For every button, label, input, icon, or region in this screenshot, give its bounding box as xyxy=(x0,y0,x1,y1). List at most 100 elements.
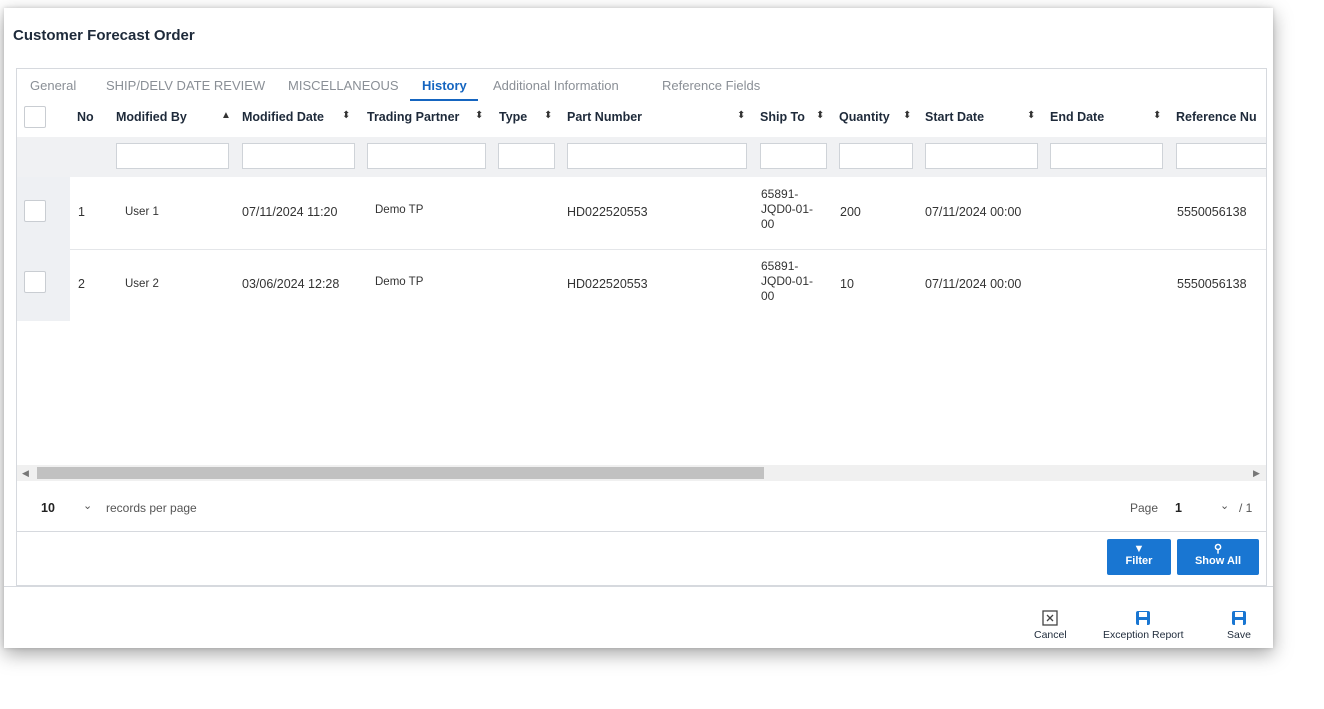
scrollbar-thumb[interactable] xyxy=(37,467,764,479)
page-label: Page xyxy=(1130,501,1159,515)
column-filter-row xyxy=(17,137,1266,177)
ship-to-line: 00 xyxy=(761,289,775,303)
cell-ship-to: 65891- JQD0-01- 00 xyxy=(761,187,813,232)
scroll-left-arrow-icon[interactable]: ◀ xyxy=(22,465,29,481)
tab-bar: General SHIP/DELV DATE REVIEW MISCELLANE… xyxy=(17,69,1266,101)
pagination-bar: 10 ⌄ records per page Page 1 ⌄ / 1 xyxy=(17,483,1266,532)
row-checkbox[interactable] xyxy=(24,200,46,222)
sort-icon[interactable]: ⬍ xyxy=(903,110,911,121)
tab-general[interactable]: General xyxy=(30,78,76,93)
show-all-button-label: Show All xyxy=(1194,555,1242,567)
column-header-no[interactable]: No xyxy=(77,110,94,124)
ship-to-line: JQD0-01- xyxy=(761,202,814,216)
chevron-down-icon[interactable]: ⌄ xyxy=(83,499,92,512)
exception-report-label: Exception Report xyxy=(1103,629,1184,641)
column-header-reference-number[interactable]: Reference Nu xyxy=(1176,110,1257,124)
column-header-modified-date[interactable]: Modified Date xyxy=(242,110,324,124)
save-disk-icon xyxy=(1231,611,1246,625)
cell-modified-by: User 2 xyxy=(125,278,159,290)
tab-panel: General SHIP/DELV DATE REVIEW MISCELLANE… xyxy=(16,68,1267,586)
sort-icon[interactable]: ⬍ xyxy=(1027,110,1035,121)
chevron-down-icon[interactable]: ⌄ xyxy=(1220,499,1229,512)
column-header-ship-to[interactable]: Ship To xyxy=(760,110,805,124)
exception-report-button[interactable]: Exception Report xyxy=(1103,609,1184,641)
sort-icon[interactable]: ⬍ xyxy=(816,110,824,121)
cell-no: 1 xyxy=(78,205,85,219)
grid-header: No Modified By ▲ Modified Date ⬍ Trading… xyxy=(17,101,1266,131)
tab-history[interactable]: History xyxy=(422,78,467,93)
filter-reference-input[interactable] xyxy=(1176,143,1266,169)
customer-forecast-order-dialog: Customer Forecast Order General SHIP/DEL… xyxy=(4,8,1273,648)
table-row[interactable]: 1 User 1 07/11/2024 11:20 Demo TP HD0225… xyxy=(17,177,1266,250)
cancel-icon xyxy=(1042,610,1058,626)
filter-end-date-input[interactable] xyxy=(1050,143,1163,169)
ship-to-line: 65891- xyxy=(761,187,799,201)
cell-ship-to: 65891- JQD0-01- 00 xyxy=(761,259,813,304)
cell-quantity: 10 xyxy=(840,277,854,291)
page-number-select[interactable]: 1 xyxy=(1175,501,1182,515)
cell-trading-partner: Demo TP xyxy=(375,204,424,216)
scroll-right-arrow-icon[interactable]: ▶ xyxy=(1253,465,1260,481)
ship-to-line: 00 xyxy=(761,217,775,231)
sort-icon[interactable]: ⬍ xyxy=(1153,110,1161,121)
filter-modified-by-input[interactable] xyxy=(116,143,229,169)
sort-icon[interactable]: ⬍ xyxy=(475,110,483,121)
tab-reference-fields[interactable]: Reference Fields xyxy=(662,78,760,93)
table-row[interactable]: 2 User 2 03/06/2024 12:28 Demo TP HD0225… xyxy=(17,249,1266,321)
filter-ship-to-input[interactable] xyxy=(760,143,827,169)
cell-modified-by: User 1 xyxy=(125,206,159,218)
ship-to-line: JQD0-01- xyxy=(761,274,814,288)
cell-start-date: 07/11/2024 00:00 xyxy=(925,205,1022,219)
filter-quantity-input[interactable] xyxy=(839,143,913,169)
column-header-end-date[interactable]: End Date xyxy=(1050,110,1104,124)
tab-additional-information[interactable]: Additional Information xyxy=(493,78,619,93)
sort-icon[interactable]: ⬍ xyxy=(737,110,745,121)
tab-miscellaneous[interactable]: MISCELLANEOUS xyxy=(288,78,399,93)
sort-asc-icon[interactable]: ▲ xyxy=(221,110,231,121)
select-all-checkbox[interactable] xyxy=(24,106,46,128)
column-header-type[interactable]: Type xyxy=(499,110,527,124)
sort-icon[interactable]: ⬍ xyxy=(544,110,552,121)
funnel-icon: ▼ xyxy=(1133,543,1145,555)
column-header-trading-partner[interactable]: Trading Partner xyxy=(367,110,459,124)
history-grid: No Modified By ▲ Modified Date ⬍ Trading… xyxy=(17,101,1266,453)
cell-reference-number: 5550056138 xyxy=(1177,205,1247,219)
filter-button[interactable]: ▼ Filter xyxy=(1107,539,1171,575)
sort-icon[interactable]: ⬍ xyxy=(342,110,350,121)
page-total: / 1 xyxy=(1239,501,1253,515)
filter-type-input[interactable] xyxy=(498,143,555,169)
cell-trading-partner: Demo TP xyxy=(375,276,424,288)
filter-start-date-input[interactable] xyxy=(925,143,1038,169)
column-header-quantity[interactable]: Quantity xyxy=(839,110,890,124)
filter-trading-partner-input[interactable] xyxy=(367,143,486,169)
cell-modified-date: 03/06/2024 12:28 xyxy=(242,277,340,291)
row-checkbox[interactable] xyxy=(24,271,46,293)
horizontal-scrollbar[interactable]: ◀ ▶ xyxy=(17,465,1266,481)
cancel-label: Cancel xyxy=(1034,629,1067,641)
save-disk-icon xyxy=(1136,611,1151,625)
grid-action-bar: ▼ Filter ⚲ Show All xyxy=(17,533,1266,583)
records-per-page-select[interactable]: 10 xyxy=(41,501,55,515)
cancel-button[interactable]: Cancel xyxy=(1034,609,1067,641)
column-header-modified-by[interactable]: Modified By xyxy=(116,110,187,124)
cell-no: 2 xyxy=(78,277,85,291)
save-button[interactable]: Save xyxy=(1227,609,1251,641)
ship-to-line: 65891- xyxy=(761,259,799,273)
column-header-start-date[interactable]: Start Date xyxy=(925,110,984,124)
cell-part-number: HD022520553 xyxy=(567,277,648,291)
save-label: Save xyxy=(1227,629,1251,641)
cell-start-date: 07/11/2024 00:00 xyxy=(925,277,1022,291)
cell-part-number: HD022520553 xyxy=(567,205,648,219)
filter-button-label: Filter xyxy=(1125,555,1153,567)
records-per-page-label: records per page xyxy=(106,501,197,515)
cell-reference-number: 5550056138 xyxy=(1177,277,1247,291)
tab-ship-delv-date-review[interactable]: SHIP/DELV DATE REVIEW xyxy=(106,78,265,93)
cell-quantity: 200 xyxy=(840,205,861,219)
column-header-part-number[interactable]: Part Number xyxy=(567,110,642,124)
dialog-footer: Cancel Exception Report Save xyxy=(4,586,1273,649)
dialog-title: Customer Forecast Order xyxy=(13,27,195,44)
show-all-button[interactable]: ⚲ Show All xyxy=(1177,539,1259,575)
cell-modified-date: 07/11/2024 11:20 xyxy=(242,205,338,219)
filter-part-number-input[interactable] xyxy=(567,143,747,169)
filter-modified-date-input[interactable] xyxy=(242,143,355,169)
